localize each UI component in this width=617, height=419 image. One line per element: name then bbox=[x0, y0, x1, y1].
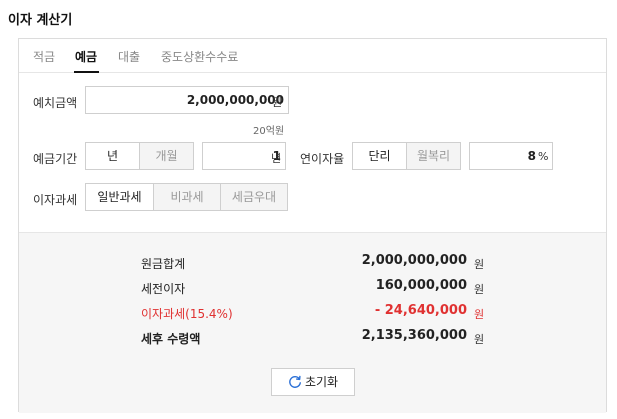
result-principal-value: 2,000,000,000 bbox=[361, 253, 467, 268]
period-unit-year[interactable]: 년 bbox=[85, 142, 140, 170]
tab-loan[interactable]: 대출 bbox=[118, 48, 140, 65]
rate-label: 연이자율 bbox=[300, 152, 345, 166]
deposit-amount-label: 예치금액 bbox=[33, 96, 78, 110]
tax-preferential[interactable]: 세금우대 bbox=[220, 183, 288, 211]
result-pretax-unit: 원 bbox=[474, 283, 485, 296]
page-title: 이자 계산기 bbox=[8, 13, 73, 28]
result-pretax-label: 세전이자 bbox=[141, 282, 186, 296]
period-unit: 년 bbox=[271, 152, 282, 165]
tax-label: 이자과세 bbox=[33, 193, 78, 207]
result-aftertax-value: 2,135,360,000 bbox=[361, 328, 467, 343]
period-unit-month[interactable]: 개월 bbox=[139, 142, 194, 170]
refresh-icon bbox=[289, 375, 301, 388]
deposit-amount-hint: 20억원 bbox=[253, 126, 285, 137]
deposit-amount-unit: 원 bbox=[272, 96, 283, 109]
rate-type-simple[interactable]: 단리 bbox=[352, 142, 407, 170]
tax-general[interactable]: 일반과세 bbox=[85, 183, 154, 211]
tab-deposit[interactable]: 예금 bbox=[75, 48, 97, 65]
result-principal-unit: 원 bbox=[474, 258, 485, 271]
result-aftertax-unit: 원 bbox=[474, 333, 485, 346]
tab-installment-savings[interactable]: 적금 bbox=[33, 48, 55, 65]
rate-unit: % bbox=[538, 150, 549, 163]
deposit-amount-input[interactable]: 2,000,000,000 bbox=[85, 86, 289, 114]
tab-bar: 적금 예금 대출 중도상환수수료 bbox=[19, 39, 606, 73]
calculator-panel: 적금 예금 대출 중도상환수수료 예치금액 2,000,000,000 원 20… bbox=[18, 38, 607, 413]
result-pretax-value: 160,000,000 bbox=[375, 278, 467, 293]
period-label: 예금기간 bbox=[33, 152, 78, 166]
result-tax-unit: 원 bbox=[474, 308, 485, 321]
reset-button[interactable]: 초기화 bbox=[271, 368, 355, 396]
result-tax-value: - 24,640,000 bbox=[374, 303, 467, 318]
result-section: 원금합계 2,000,000,000 원 세전이자 160,000,000 원 … bbox=[19, 232, 606, 413]
result-principal-label: 원금합계 bbox=[141, 257, 186, 271]
tax-exempt[interactable]: 비과세 bbox=[153, 183, 221, 211]
reset-button-label: 초기화 bbox=[304, 375, 339, 389]
result-aftertax-label: 세후 수령액 bbox=[141, 332, 201, 346]
rate-type-monthly-compound[interactable]: 월복리 bbox=[406, 142, 461, 170]
deposit-amount-value: 2,000,000,000 bbox=[186, 93, 284, 107]
active-tab-indicator bbox=[74, 71, 99, 73]
tab-prepayment-fee[interactable]: 중도상환수수료 bbox=[161, 48, 238, 65]
rate-value: 8 bbox=[527, 149, 536, 163]
result-tax-label: 이자과세(15.4%) bbox=[141, 307, 233, 321]
